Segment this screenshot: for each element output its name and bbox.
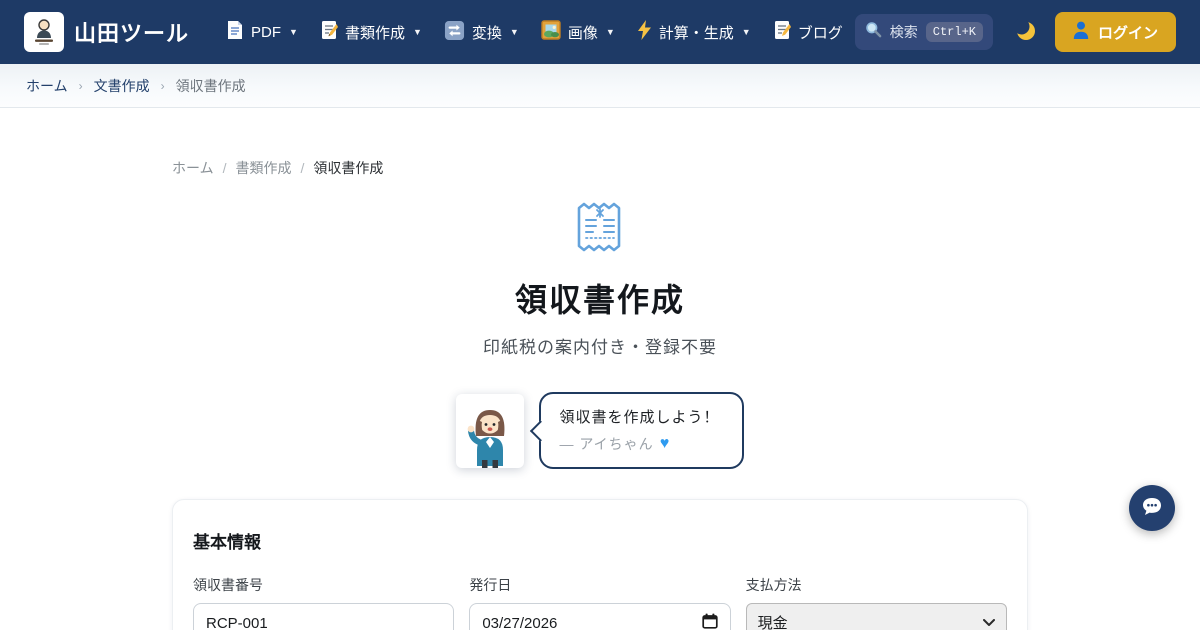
chevron-down-icon: ▼ (413, 27, 422, 37)
chevron-down-icon (983, 614, 995, 630)
chat-bubble-icon (1140, 496, 1164, 521)
search-label: 検索 (890, 22, 918, 42)
breadcrumb-section-link[interactable]: 文書作成 (94, 76, 150, 96)
brand[interactable]: 山田ツール (24, 12, 189, 52)
basic-info-card: 基本情報 領収書番号 発行日 03/27/2026 支払方法 現金 (172, 499, 1028, 630)
lightning-icon (637, 20, 652, 44)
search-shortcut-badge: Ctrl+K (926, 22, 983, 42)
theme-toggle[interactable] (1013, 18, 1037, 47)
nav-item-label: 書類作成 (345, 22, 405, 43)
nav-item-label: 画像 (568, 22, 598, 43)
speech-text: 領収書を作成しよう！ (559, 406, 719, 427)
nav-item-label: PDF (251, 24, 281, 41)
main-content: ホーム / 書類作成 / 領収書作成 領収書作成 印紙 (172, 158, 1028, 630)
chat-button[interactable] (1129, 485, 1175, 531)
receipt-icon (172, 200, 1028, 261)
receipt-number-label: 領収書番号 (193, 575, 454, 595)
hero-section: 領収書作成 印紙税の案内付き・登録不要 (172, 200, 1028, 358)
section-title: 基本情報 (193, 528, 1007, 553)
page-breadcrumb-section-link[interactable]: 書類作成 (235, 158, 291, 178)
chevron-down-icon: ▼ (742, 27, 751, 37)
nav-item-pdf[interactable]: PDF ▼ (215, 12, 309, 52)
payment-method-field: 支払方法 現金 (746, 575, 1007, 630)
convert-arrows-icon (444, 20, 465, 45)
chevron-down-icon: ▼ (606, 27, 615, 37)
speech-signature: — アイちゃん ♥ (559, 434, 719, 454)
nav-item-blog[interactable]: ブログ (762, 12, 854, 52)
form-grid: 領収書番号 発行日 03/27/2026 支払方法 現金 (193, 575, 1007, 630)
page-breadcrumb-separator: / (223, 160, 227, 176)
brand-name: 山田ツール (74, 16, 189, 48)
memo-pencil-icon (320, 20, 338, 44)
nav-item-documents[interactable]: 書類作成 ▼ (309, 12, 433, 52)
search-icon (865, 21, 882, 43)
receipt-number-field: 領収書番号 (193, 575, 454, 630)
nav-item-calc-generate[interactable]: 計算・生成 ▼ (626, 12, 762, 52)
login-button[interactable]: ログイン (1055, 12, 1176, 52)
blue-heart-icon: ♥ (660, 435, 671, 453)
nav-item-images[interactable]: 画像 ▼ (530, 12, 626, 52)
payment-method-label: 支払方法 (746, 575, 1007, 595)
moon-icon (1013, 18, 1037, 47)
breadcrumb-separator: › (79, 79, 83, 93)
breadcrumb-bar: ホーム › 文書作成 › 領収書作成 (0, 64, 1200, 108)
person-icon (1073, 21, 1089, 43)
breadcrumb-home-link[interactable]: ホーム (26, 76, 68, 96)
issue-date-value: 03/27/2026 (482, 615, 557, 630)
mascot-avatar (456, 394, 524, 468)
login-label: ログイン (1098, 22, 1158, 43)
page-breadcrumb: ホーム / 書類作成 / 領収書作成 (172, 158, 1028, 178)
top-navbar: 山田ツール PDF ▼ 書類作成 ▼ 変換 ▼ 画像 ▼ 計算・生成 ▼ (0, 0, 1200, 64)
nav-item-label: ブログ (798, 22, 843, 43)
nav-item-label: 変換 (472, 22, 502, 43)
payment-method-select[interactable]: 現金 (746, 603, 1007, 630)
page-breadcrumb-current: 領収書作成 (313, 158, 383, 178)
page-title: 領収書作成 (172, 275, 1028, 321)
page-breadcrumb-separator: / (300, 160, 304, 176)
search-button[interactable]: 検索 Ctrl+K (855, 14, 993, 50)
breadcrumb-separator: › (161, 79, 165, 93)
nav-item-convert[interactable]: 変換 ▼ (433, 12, 530, 53)
calendar-icon[interactable] (702, 613, 718, 630)
issue-date-label: 発行日 (469, 575, 730, 595)
page-breadcrumb-home-link[interactable]: ホーム (172, 158, 214, 178)
memo-pencil-icon (773, 20, 791, 44)
payment-method-value: 現金 (758, 612, 788, 630)
picture-frame-icon (541, 20, 561, 44)
nav-item-label: 計算・生成 (659, 22, 734, 43)
signature-text: — アイちゃん (559, 434, 653, 454)
pdf-document-icon (226, 20, 244, 44)
chevron-down-icon: ▼ (510, 27, 519, 37)
receipt-number-input[interactable] (193, 603, 454, 630)
issue-date-input[interactable]: 03/27/2026 (469, 603, 730, 630)
page-subtitle: 印紙税の案内付き・登録不要 (172, 333, 1028, 358)
issue-date-field: 発行日 03/27/2026 (469, 575, 730, 630)
brand-logo-icon (24, 12, 64, 52)
mascot-speech-bubble: 領収書を作成しよう！ — アイちゃん ♥ (539, 392, 743, 469)
chevron-down-icon: ▼ (289, 27, 298, 37)
mascot-row: 領収書を作成しよう！ — アイちゃん ♥ (172, 392, 1028, 469)
breadcrumb-current: 領収書作成 (176, 76, 246, 96)
